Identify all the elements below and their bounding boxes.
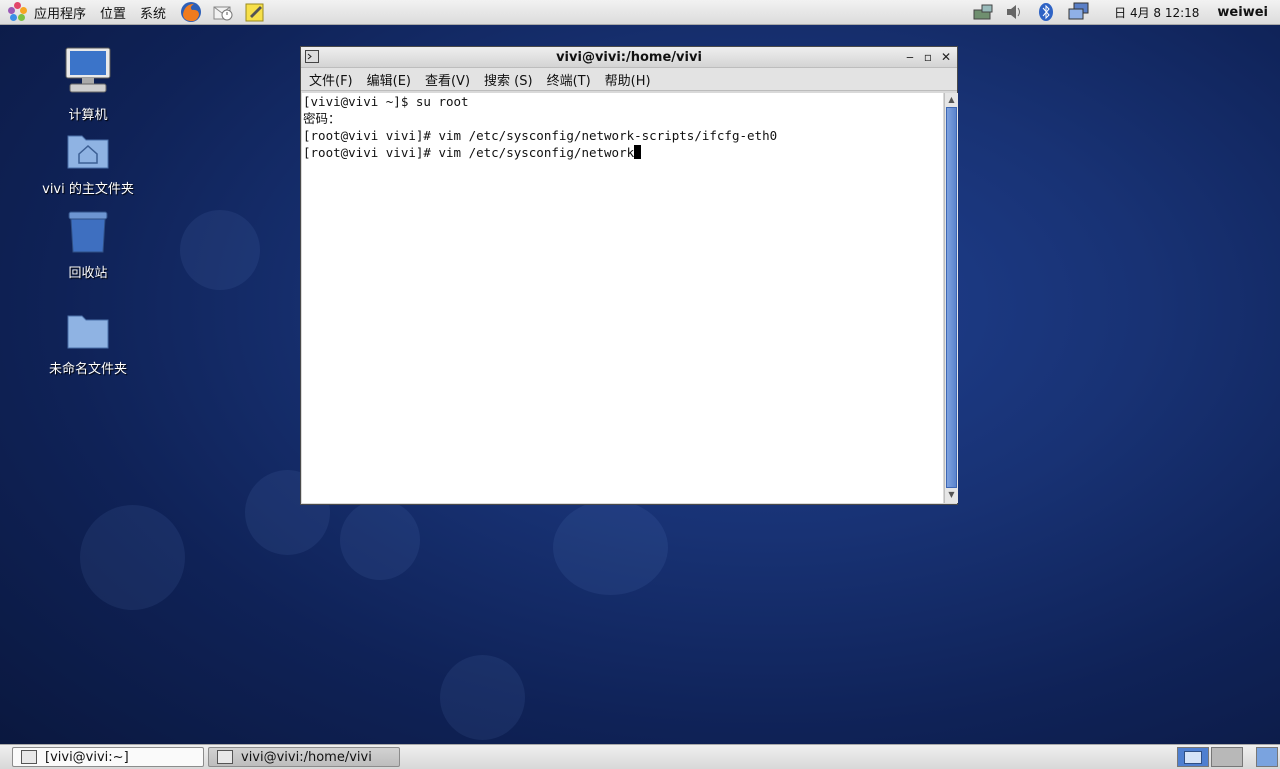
menu-help[interactable]: 帮助(H) <box>605 70 651 89</box>
desktop-icon-label: 计算机 <box>68 108 108 123</box>
user-menu[interactable]: weiwei <box>1217 5 1268 20</box>
terminal-line: [vivi@vivi ~]$ su root <box>303 94 469 109</box>
desktop-icon-computer[interactable]: 计算机 <box>33 46 143 123</box>
menu-applications[interactable]: 应用程序 <box>34 3 86 22</box>
scroll-down-arrow-icon[interactable]: ▼ <box>946 489 957 501</box>
clock[interactable]: 日 4月 8 12:18 <box>1114 4 1199 21</box>
menu-search[interactable]: 搜索 (S) <box>484 70 533 89</box>
terminal-window[interactable]: vivi@vivi:/home/vivi ‒ ▫ ✕ 文件(F) 编辑(E) 查… <box>300 46 958 505</box>
gnome-foot-icon <box>8 2 28 22</box>
taskbar-item-label: [vivi@vivi:~] <box>45 749 129 765</box>
window-title: vivi@vivi:/home/vivi <box>556 49 702 65</box>
volume-icon[interactable] <box>1004 2 1026 22</box>
home-folder-icon <box>67 135 109 169</box>
top-panel: 应用程序 位置 系统 日 4月 8 12:18 weiwei <box>0 0 1280 25</box>
terminal-icon <box>217 750 233 764</box>
terminal-output[interactable]: [vivi@vivi ~]$ su root 密码： [root@vivi vi… <box>302 93 943 503</box>
bottom-panel: [vivi@vivi:~] vivi@vivi:/home/vivi <box>0 744 1280 769</box>
background-bokeh <box>180 210 260 290</box>
workspace-2[interactable] <box>1211 747 1243 767</box>
background-bokeh <box>440 655 525 740</box>
terminal-menubar: 文件(F) 编辑(E) 查看(V) 搜索 (S) 终端(T) 帮助(H) <box>301 68 957 91</box>
taskbar-item-terminal[interactable]: vivi@vivi:/home/vivi <box>208 747 400 767</box>
terminal-current-text: [root@vivi vivi]# vim /etc/sysconfig/net… <box>303 145 635 160</box>
desktop-icon-folder[interactable]: 未命名文件夹 <box>33 310 143 377</box>
workspace-1[interactable] <box>1177 747 1209 767</box>
folder-icon <box>67 315 109 349</box>
close-button[interactable]: ✕ <box>938 49 954 65</box>
menu-edit[interactable]: 编辑(E) <box>367 70 411 89</box>
desktop-icon-trash[interactable]: 回收站 <box>33 210 143 281</box>
firefox-icon[interactable] <box>180 1 202 23</box>
menu-system[interactable]: 系统 <box>140 3 166 22</box>
terminal-line: 密码： <box>303 111 341 126</box>
network-icon[interactable] <box>972 2 994 22</box>
desktop-icon-label: 未命名文件夹 <box>48 362 127 377</box>
menu-places[interactable]: 位置 <box>100 3 126 22</box>
background-bokeh <box>80 505 185 610</box>
show-desktop-button[interactable] <box>1256 747 1278 767</box>
applications-menu[interactable]: 应用程序 <box>8 2 100 22</box>
scrollbar[interactable]: ▲ ▼ <box>944 93 958 503</box>
maximize-button[interactable]: ▫ <box>920 49 936 65</box>
mail-icon[interactable] <box>212 1 234 23</box>
desktop-icon-label: vivi 的主文件夹 <box>42 182 134 197</box>
desktop-icon-home[interactable]: vivi 的主文件夹 <box>33 130 143 197</box>
terminal-line: [root@vivi vivi]# vim /etc/sysconfig/net… <box>303 128 778 143</box>
minimize-button[interactable]: ‒ <box>902 49 918 65</box>
computer-icon <box>65 47 111 93</box>
background-bokeh <box>553 500 668 595</box>
menu-file[interactable]: 文件(F) <box>309 70 353 89</box>
taskbar-item-home[interactable]: [vivi@vivi:~] <box>12 747 204 767</box>
notes-icon[interactable] <box>244 1 266 23</box>
desktop-icon-label: 回收站 <box>68 266 108 281</box>
menu-view[interactable]: 查看(V) <box>425 70 470 89</box>
menu-terminal[interactable]: 终端(T) <box>547 70 591 89</box>
scroll-thumb[interactable] <box>946 107 957 488</box>
scroll-up-arrow-icon[interactable]: ▲ <box>946 94 957 106</box>
terminal-line-current: [root@vivi vivi]# vim /etc/sysconfig/net… <box>302 144 943 161</box>
bluetooth-icon[interactable] <box>1036 2 1058 22</box>
background-bokeh <box>340 500 420 580</box>
terminal-titlebar[interactable]: vivi@vivi:/home/vivi ‒ ▫ ✕ <box>301 47 957 68</box>
terminal-icon <box>21 750 37 764</box>
trash-icon <box>68 211 108 253</box>
taskbar-item-label: vivi@vivi:/home/vivi <box>241 749 372 765</box>
text-cursor <box>634 145 642 159</box>
display-icon[interactable] <box>1068 2 1090 22</box>
system-tray: 日 4月 8 12:18 weiwei <box>972 0 1280 24</box>
